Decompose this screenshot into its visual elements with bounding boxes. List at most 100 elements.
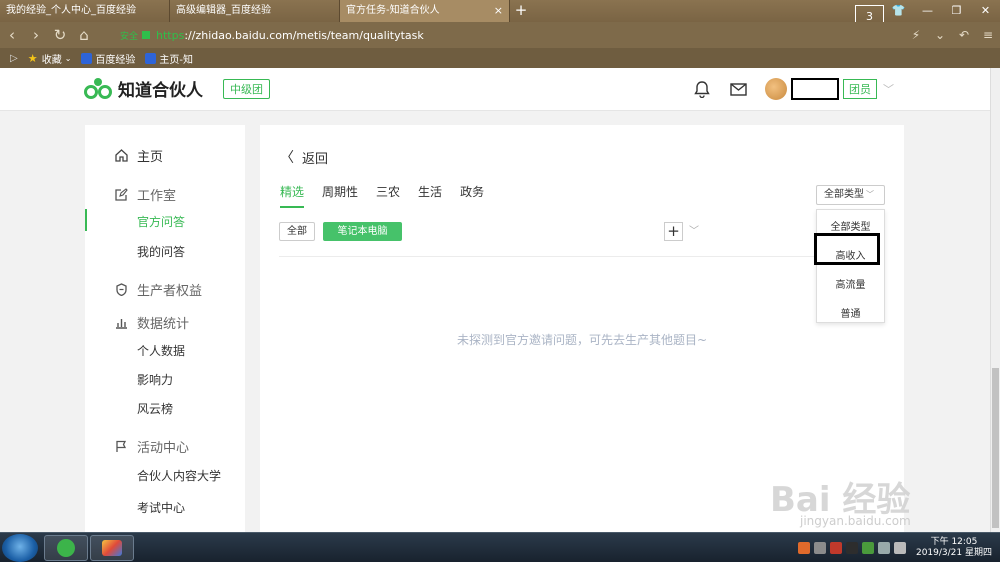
back-button[interactable]: 〈 返回 <box>280 147 328 167</box>
highlight-box <box>814 233 880 265</box>
lightning-icon[interactable]: ⚡ <box>904 28 928 42</box>
tray-app-icon[interactable] <box>813 542 826 554</box>
tray-app-icon[interactable] <box>829 542 842 554</box>
shield-icon <box>116 283 127 296</box>
tray-app-icon[interactable] <box>845 542 858 554</box>
reload-icon[interactable]: ↻ <box>48 26 72 44</box>
browser-app-icon <box>57 539 75 557</box>
tab-count-button[interactable]: 3 <box>855 0 884 27</box>
sidebar-active-indicator <box>85 209 87 231</box>
scrollbar-thumb[interactable] <box>992 368 999 528</box>
edit-icon <box>115 188 128 201</box>
add-filter-button[interactable]: + <box>664 222 683 241</box>
tab-periodic[interactable]: 周期性 <box>322 183 358 208</box>
sidebar-item-home[interactable]: 主页 <box>115 146 163 165</box>
forward-arrow-icon[interactable]: › <box>24 26 48 44</box>
sidebar-item-rights[interactable]: 生产者权益 <box>115 280 202 299</box>
baidu-icon <box>145 52 157 64</box>
os-taskbar: 下午 12:05 2019/3/21 星期四 <box>0 532 1000 562</box>
new-tab-button[interactable]: + <box>510 0 532 22</box>
browser-tab-bar: 我的经验_个人中心_百度经验 高级编辑器_百度经验 官方任务-知道合伙人 × + … <box>0 0 1000 27</box>
bar-chart-icon <box>116 319 127 329</box>
browser-tab[interactable]: 高级编辑器_百度经验 <box>170 0 340 22</box>
bookmark-zhidao-home[interactable]: 主页-知 <box>145 51 193 66</box>
clock[interactable]: 下午 12:05 2019/3/21 星期四 <box>916 537 992 559</box>
lock-icon <box>142 31 151 39</box>
filter-chip-all[interactable]: 全部 <box>279 222 315 241</box>
star-icon: ★ <box>27 51 38 65</box>
baidu-watermark: Bai 经验 jingyan.baidu.com <box>760 456 970 528</box>
sidebar-item-stats[interactable]: 数据统计 <box>115 313 189 332</box>
chevron-down-icon[interactable]: ⌄ <box>928 28 952 42</box>
chevron-down-icon[interactable]: ﹀ <box>883 81 894 97</box>
tab-government[interactable]: 政务 <box>460 183 484 208</box>
divider <box>279 256 884 257</box>
logo-icon <box>84 77 112 99</box>
restore-icon[interactable]: ❐ <box>942 0 971 22</box>
home-icon[interactable]: ⌂ <box>72 26 96 44</box>
browser-nav-bar: ‹ › ↻ ⌂ 安全 https ://zhidao.baidu.com/met… <box>0 22 1000 48</box>
sidebar-item-content-university[interactable]: 合伙人内容大学 <box>137 467 221 484</box>
page-scrollbar[interactable] <box>990 68 1000 532</box>
site-logo[interactable]: 知道合伙人 中级团 <box>84 76 270 101</box>
sidebar-item-activity[interactable]: 活动中心 <box>115 437 189 456</box>
system-tray: 下午 12:05 2019/3/21 星期四 <box>797 535 992 561</box>
dropdown-option-high-traffic[interactable]: 高流量 <box>817 276 884 291</box>
flag-icon <box>116 440 127 452</box>
paint-app-icon <box>102 540 122 556</box>
sidebar-item-my-qa[interactable]: 我的问答 <box>137 243 185 260</box>
tray-app-icon[interactable] <box>797 542 810 554</box>
sidebar-item-personal-data[interactable]: 个人数据 <box>137 342 185 359</box>
taskbar-browser-app[interactable] <box>44 535 88 561</box>
shirt-icon[interactable]: 👕 <box>884 0 913 22</box>
watermark-url: jingyan.baidu.com <box>800 514 911 528</box>
browser-tab-active[interactable]: 官方任务-知道合伙人 × <box>340 0 510 22</box>
tab-agriculture[interactable]: 三农 <box>376 183 400 208</box>
dropdown-option-normal[interactable]: 普通 <box>817 305 884 320</box>
tab-featured[interactable]: 精选 <box>280 183 305 208</box>
baidu-icon <box>81 52 93 64</box>
home-icon <box>115 149 128 162</box>
sidebar-item-studio[interactable]: 工作室 <box>115 185 176 204</box>
header-user-area: 团员 ﹀ <box>694 78 894 100</box>
site-header: 知道合伙人 中级团 团员 ﹀ <box>0 68 990 111</box>
type-select[interactable]: 全部类型 ﹀ <box>816 185 885 205</box>
volume-icon[interactable] <box>893 542 906 554</box>
type-dropdown-menu: 全部类型 高收入 高流量 普通 <box>816 209 885 323</box>
sidebar-item-influence[interactable]: 影响力 <box>137 371 173 388</box>
role-badge: 团员 <box>843 79 877 99</box>
bookmark-favorites[interactable]: ★ 收藏 ⌄ <box>28 51 72 66</box>
redacted-username-box <box>791 78 839 100</box>
expand-icon[interactable]: ▷ <box>10 53 18 64</box>
tab-life[interactable]: 生活 <box>418 183 442 208</box>
close-icon[interactable]: ✕ <box>971 0 1000 22</box>
chevron-left-icon: 〈 <box>280 150 294 166</box>
back-arrow-icon[interactable]: ‹ <box>0 26 24 44</box>
dropdown-option-all-types[interactable]: 全部类型 <box>817 218 884 233</box>
minimize-icon[interactable]: — <box>913 0 942 22</box>
sidebar-item-exam-center[interactable]: 考试中心 <box>137 499 185 516</box>
sidebar-item-official-qa[interactable]: 官方问答 <box>137 213 185 230</box>
signal-icon[interactable] <box>877 542 890 554</box>
chevron-down-icon: ﹀ <box>866 190 874 199</box>
nav-right-tools: ⚡ ⌄ ↶ ≡ <box>904 22 1000 48</box>
menu-icon[interactable]: ≡ <box>976 28 1000 42</box>
taskbar-paint-app[interactable] <box>90 535 134 561</box>
category-tabs: 精选 周期性 三农 生活 政务 <box>280 183 502 208</box>
avatar[interactable] <box>765 78 787 100</box>
close-icon[interactable]: × <box>494 0 503 22</box>
address-bar[interactable]: 安全 https ://zhidao.baidu.com/metis/team/… <box>120 25 890 45</box>
chevron-down-icon[interactable]: ﹀ <box>689 222 699 237</box>
start-button[interactable] <box>2 534 38 562</box>
browser-tab[interactable]: 我的经验_个人中心_百度经验 <box>0 0 170 22</box>
bell-icon[interactable] <box>694 80 710 98</box>
mail-icon[interactable] <box>730 82 747 96</box>
undo-icon[interactable]: ↶ <box>952 28 976 42</box>
bookmark-baidu-jingyan[interactable]: 百度经验 <box>81 51 135 66</box>
sidebar-item-leaderboard[interactable]: 风云榜 <box>137 400 173 417</box>
tray-app-icon[interactable] <box>861 542 874 554</box>
empty-state-message: 未探测到官方邀请问题，可先去生产其他题目~ <box>456 333 708 347</box>
filter-chip-laptop[interactable]: 笔记本电脑 <box>323 222 402 241</box>
level-badge: 中级团 <box>223 78 270 99</box>
site-title: 知道合伙人 <box>118 81 203 101</box>
